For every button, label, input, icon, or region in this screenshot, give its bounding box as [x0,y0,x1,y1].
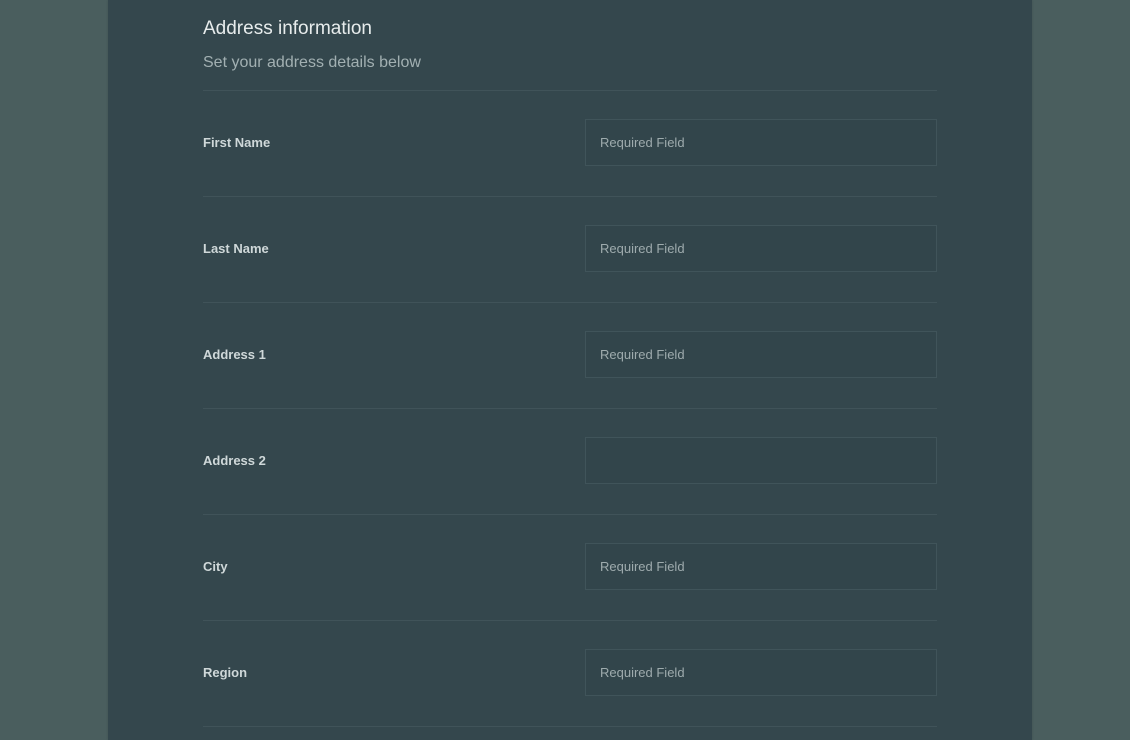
last-name-label: Last Name [203,241,269,256]
form-row-city: City [203,514,937,620]
form-row-region: Region [203,620,937,726]
address-1-input[interactable] [585,331,937,378]
form-row-address-2: Address 2 [203,408,937,514]
city-input[interactable] [585,543,937,590]
region-input[interactable] [585,649,937,696]
row-divider [203,726,937,727]
address-2-label: Address 2 [203,453,266,468]
first-name-label: First Name [203,135,271,150]
region-label: Region [203,665,248,680]
form-panel: Address information Set your address det… [108,0,1032,740]
address-2-input[interactable] [585,437,937,484]
last-name-input[interactable] [585,225,937,272]
form-row-last-name: Last Name [203,196,937,302]
section-subtitle: Set your address details below [203,54,421,71]
form-row-address-1: Address 1 [203,302,937,408]
address-1-label: Address 1 [203,347,266,362]
section-title: Address information [203,18,372,39]
form-row-first-name: First Name [203,90,937,196]
first-name-input[interactable] [585,119,937,166]
city-label: City [203,559,228,574]
